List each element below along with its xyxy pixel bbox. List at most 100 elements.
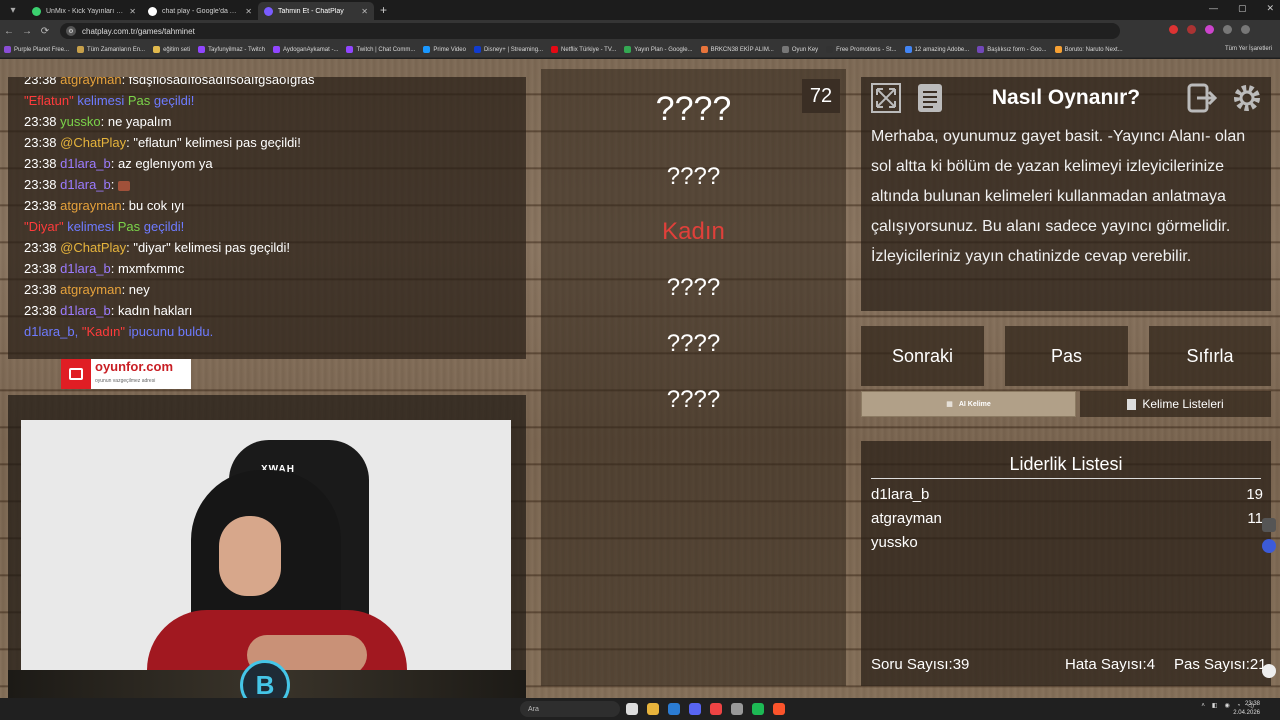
reload-icon[interactable]: ⟳ xyxy=(36,26,54,37)
chat-segment: atgrayman xyxy=(60,198,122,213)
chat-segment: : "eflatun" kelimesi pas geçildi! xyxy=(126,135,301,150)
bookmark-label: Disney+ | Streaming... xyxy=(483,46,544,53)
chat-segment: "Kadın" xyxy=(81,324,126,339)
bookmark-item[interactable]: AydoganAykamat -... xyxy=(272,46,338,53)
spotify-icon[interactable] xyxy=(752,703,764,715)
bookmark-item[interactable]: Disney+ | Streaming... xyxy=(473,46,544,53)
settings-gear-icon[interactable] xyxy=(1232,83,1262,113)
tab-close-icon[interactable]: ✕ xyxy=(245,7,252,16)
extensions-puzzle-icon[interactable] xyxy=(1223,25,1232,34)
discord-icon[interactable] xyxy=(689,703,701,715)
document-icon[interactable] xyxy=(915,83,945,113)
new-tab-button[interactable]: + xyxy=(374,3,387,17)
chat-segment: atgrayman xyxy=(60,282,122,297)
bookmark-item[interactable]: 12 amazing Adobe... xyxy=(904,46,969,53)
task-view-icon[interactable] xyxy=(626,703,638,715)
bookmark-label: BRKCN38 EKİP ALIM... xyxy=(710,46,774,53)
chat-segment: atgrayman xyxy=(60,77,122,87)
browser-tab[interactable]: UnMix - Kick Yayınları İçin Keli ✕ xyxy=(26,2,142,20)
tab-close-icon[interactable]: ✕ xyxy=(361,7,368,16)
bookmark-icon xyxy=(1054,46,1062,53)
pass-button[interactable]: Pas xyxy=(1005,326,1128,386)
floating-tool-icon[interactable] xyxy=(1262,518,1276,532)
bookmark-icon xyxy=(77,46,85,53)
chrome-icon[interactable] xyxy=(710,703,722,715)
bookmark-item[interactable]: Twitch | Chat Comm... xyxy=(346,46,415,53)
back-icon[interactable]: ← xyxy=(0,26,18,37)
browser-tab[interactable]: chat play - Google'da Ara ✕ xyxy=(142,2,258,20)
tray-app-icon[interactable]: ◧ xyxy=(1212,702,1218,709)
taskbar-search[interactable]: Ara xyxy=(520,701,620,717)
tray-chevron-icon[interactable]: ˄ xyxy=(1201,703,1205,709)
chat-segment: : ne yapalım xyxy=(100,114,172,129)
bookmark-item[interactable]: Purple Planet Free... xyxy=(4,46,69,53)
forward-icon[interactable]: → xyxy=(18,26,36,37)
question-count: Soru Sayısı:39 xyxy=(871,656,970,673)
extension-icon[interactable] xyxy=(1169,25,1178,34)
next-button[interactable]: Sonraki xyxy=(861,326,984,386)
maximize-icon[interactable]: ▢ xyxy=(1238,3,1247,14)
edge-icon[interactable] xyxy=(668,703,680,715)
chat-segment: Pas xyxy=(127,93,151,108)
bookmark-label: Free Promotions - St... xyxy=(836,46,897,53)
bookmark-item[interactable]: Tüm Zamanların En... xyxy=(77,46,145,53)
browser-tab[interactable]: Tahmin Et - ChatPlay ✕ xyxy=(258,2,374,20)
tab-close-icon[interactable]: ✕ xyxy=(129,7,136,16)
bookmark-item[interactable]: BRKCN38 EKİP ALIM... xyxy=(700,46,774,53)
leaderboard-row: d1lara_b 19 xyxy=(871,486,1263,503)
app-icon[interactable] xyxy=(731,703,743,715)
bookmarks-bar: Purple Planet Free... Tüm Zamanların En.… xyxy=(0,42,1280,58)
howto-text: Merhaba, oyunumuz gayet basit. -Yayıncı … xyxy=(871,128,1246,265)
bookmark-item[interactable]: Yayın Plan - Google... xyxy=(624,46,693,53)
tab-search-icon[interactable]: ▾ xyxy=(0,0,26,20)
extension-icon[interactable] xyxy=(1205,25,1214,34)
all-bookmarks-link[interactable]: Tüm Yer İşaretleri xyxy=(1225,46,1272,52)
reset-button[interactable]: Sıfırla xyxy=(1149,326,1271,386)
bookmark-label: eğitim seti xyxy=(163,46,191,53)
bookmark-item[interactable]: Boruto: Naruto Next... xyxy=(1054,46,1123,53)
chat-segment: : mxmfxmmc xyxy=(110,261,185,276)
tray-app-icon[interactable]: ◉ xyxy=(1225,702,1230,709)
bookmark-item[interactable]: Prime Video xyxy=(423,46,466,53)
chat-timestamp: 23:38 xyxy=(24,77,61,87)
taskbar: Ara ˄ ◧ ◉ ◔ ◁) 23:38 2.04.2026 xyxy=(0,698,1280,720)
clock[interactable]: 23:38 2.04.2026 xyxy=(1233,700,1260,718)
bookmark-icon xyxy=(4,46,11,53)
bookmark-item[interactable]: Başlıksız form - Goo... xyxy=(977,46,1047,53)
close-window-icon[interactable]: ✕ xyxy=(1266,3,1274,14)
url-input[interactable]: ⚙ chatplay.com.tr/games/tahminet xyxy=(60,23,1120,39)
bookmark-icon xyxy=(346,46,354,53)
extension-icons xyxy=(1169,25,1250,34)
floating-chat-icon[interactable] xyxy=(1262,539,1276,553)
chat-segment: : kadın hakları xyxy=(110,303,193,318)
bookmark-icon xyxy=(423,46,431,53)
chat-timestamp: 23:38 xyxy=(24,282,61,297)
bookmark-label: Twitch | Chat Comm... xyxy=(356,46,416,53)
tab-label: chat play - Google'da Ara xyxy=(162,7,241,15)
sponsor-brand: oyunfor.com xyxy=(95,359,174,374)
extension-icon[interactable] xyxy=(1187,25,1196,34)
fullscreen-icon[interactable] xyxy=(871,83,901,113)
bookmark-item[interactable]: Oyun Key xyxy=(781,46,818,53)
bookmark-item[interactable]: eğitim seti xyxy=(153,46,190,53)
ai-word-button[interactable]: ▦ AI Kelime xyxy=(861,391,1076,417)
brave-icon[interactable] xyxy=(773,703,785,715)
floating-help-icon[interactable] xyxy=(1262,664,1276,678)
minimize-icon[interactable]: — xyxy=(1209,3,1218,14)
file-explorer-icon[interactable] xyxy=(647,703,659,715)
exit-icon[interactable] xyxy=(1187,83,1218,113)
bookmark-icon xyxy=(904,46,912,53)
word-lists-button[interactable]: Kelime Listeleri xyxy=(1080,391,1271,417)
pass-count: Pas Sayısı:21 xyxy=(1174,656,1267,673)
tab-label: Tahmin Et - ChatPlay xyxy=(278,7,344,15)
bookmark-item[interactable]: Free Promotions - St... xyxy=(826,46,897,53)
twitch-icon xyxy=(61,359,91,389)
bookmark-item[interactable]: Netflix Türkiye - TV... xyxy=(551,46,616,53)
chat-segment: d1lara_b xyxy=(60,303,111,318)
bookmark-item[interactable]: Tayfunyilmaz - Twitch xyxy=(198,46,265,53)
profile-icon[interactable] xyxy=(1241,25,1250,34)
howto-title: Nasıl Oynanır? xyxy=(991,86,1141,109)
site-info-icon[interactable]: ⚙ xyxy=(66,26,76,36)
error-count: Hata Sayısı:4 xyxy=(1065,656,1156,673)
chat-message: 23:38 d1lara_b: xyxy=(24,174,526,195)
